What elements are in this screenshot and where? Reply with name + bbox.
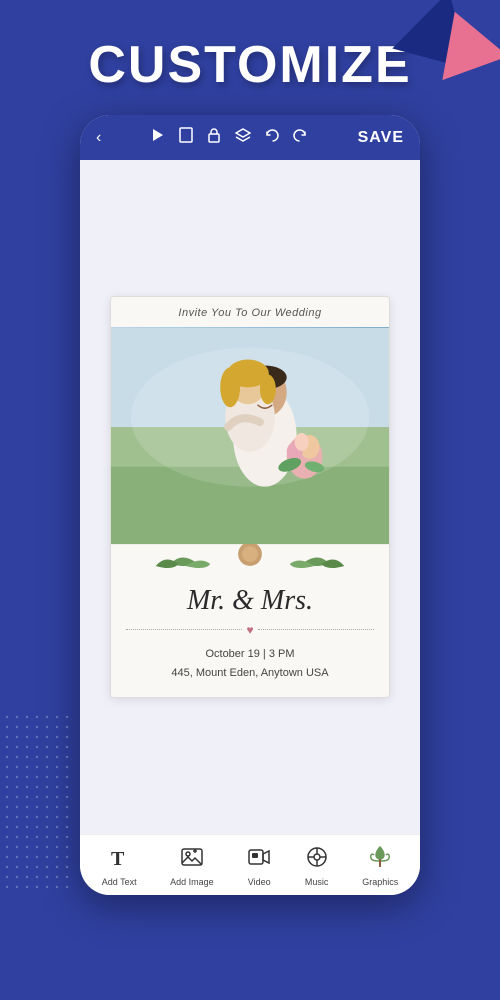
- page-title: CUSTOMIZE: [88, 35, 411, 95]
- card-photo-area[interactable]: [111, 327, 389, 547]
- music-label: Music: [305, 877, 329, 887]
- svg-text:T: T: [111, 848, 125, 869]
- save-button[interactable]: SAVE: [358, 129, 404, 147]
- wedding-card[interactable]: Invite You To Our Wedding: [110, 296, 390, 698]
- dot-pattern: [5, 715, 75, 900]
- lock-icon[interactable]: [207, 127, 221, 148]
- redo-icon[interactable]: [293, 128, 307, 147]
- card-canvas-area: Invite You To Our Wedding: [80, 160, 420, 834]
- right-dot-line: [258, 629, 374, 630]
- heart-icon: ♥: [246, 623, 253, 637]
- video-icon: [247, 845, 271, 873]
- graphics-icon: [368, 845, 392, 873]
- music-tool[interactable]: Music: [305, 845, 329, 887]
- event-date: October 19 | 3 PM: [126, 645, 374, 664]
- add-text-label: Add Text: [102, 877, 137, 887]
- add-image-tool[interactable]: Add Image: [170, 845, 214, 887]
- play-icon[interactable]: [151, 128, 165, 147]
- phone-mockup: ‹: [80, 115, 420, 895]
- video-tool[interactable]: Video: [247, 845, 271, 887]
- event-location: 445, Mount Eden, Anytown USA: [126, 664, 374, 683]
- add-text-icon: T: [107, 845, 131, 873]
- add-image-label: Add Image: [170, 877, 214, 887]
- left-dot-line: [126, 629, 242, 630]
- toolbar-icons-group: [151, 127, 307, 148]
- card-invite-text: Invite You To Our Wedding: [111, 297, 389, 327]
- frame-icon[interactable]: [179, 127, 193, 148]
- dotted-divider: ♥: [126, 623, 374, 637]
- undo-icon[interactable]: [265, 128, 279, 147]
- graphics-label: Graphics: [362, 877, 398, 887]
- leaf-separator: [111, 547, 389, 577]
- couple-name: Mr. & Mrs.: [126, 585, 374, 617]
- graphics-tool[interactable]: Graphics: [362, 845, 398, 887]
- editor-toolbar: ‹: [80, 115, 420, 160]
- back-button[interactable]: ‹: [96, 129, 101, 147]
- bottom-toolbar: T Add Text Add Image: [80, 834, 420, 895]
- add-image-icon: [180, 845, 204, 873]
- layers-icon[interactable]: [235, 128, 251, 147]
- music-icon: [305, 845, 329, 873]
- triangle-pink-decor: [422, 0, 500, 80]
- video-label: Video: [248, 877, 271, 887]
- add-text-tool[interactable]: T Add Text: [102, 845, 137, 887]
- card-body: Mr. & Mrs. ♥ October 19 | 3 PM 445, Moun…: [111, 577, 389, 697]
